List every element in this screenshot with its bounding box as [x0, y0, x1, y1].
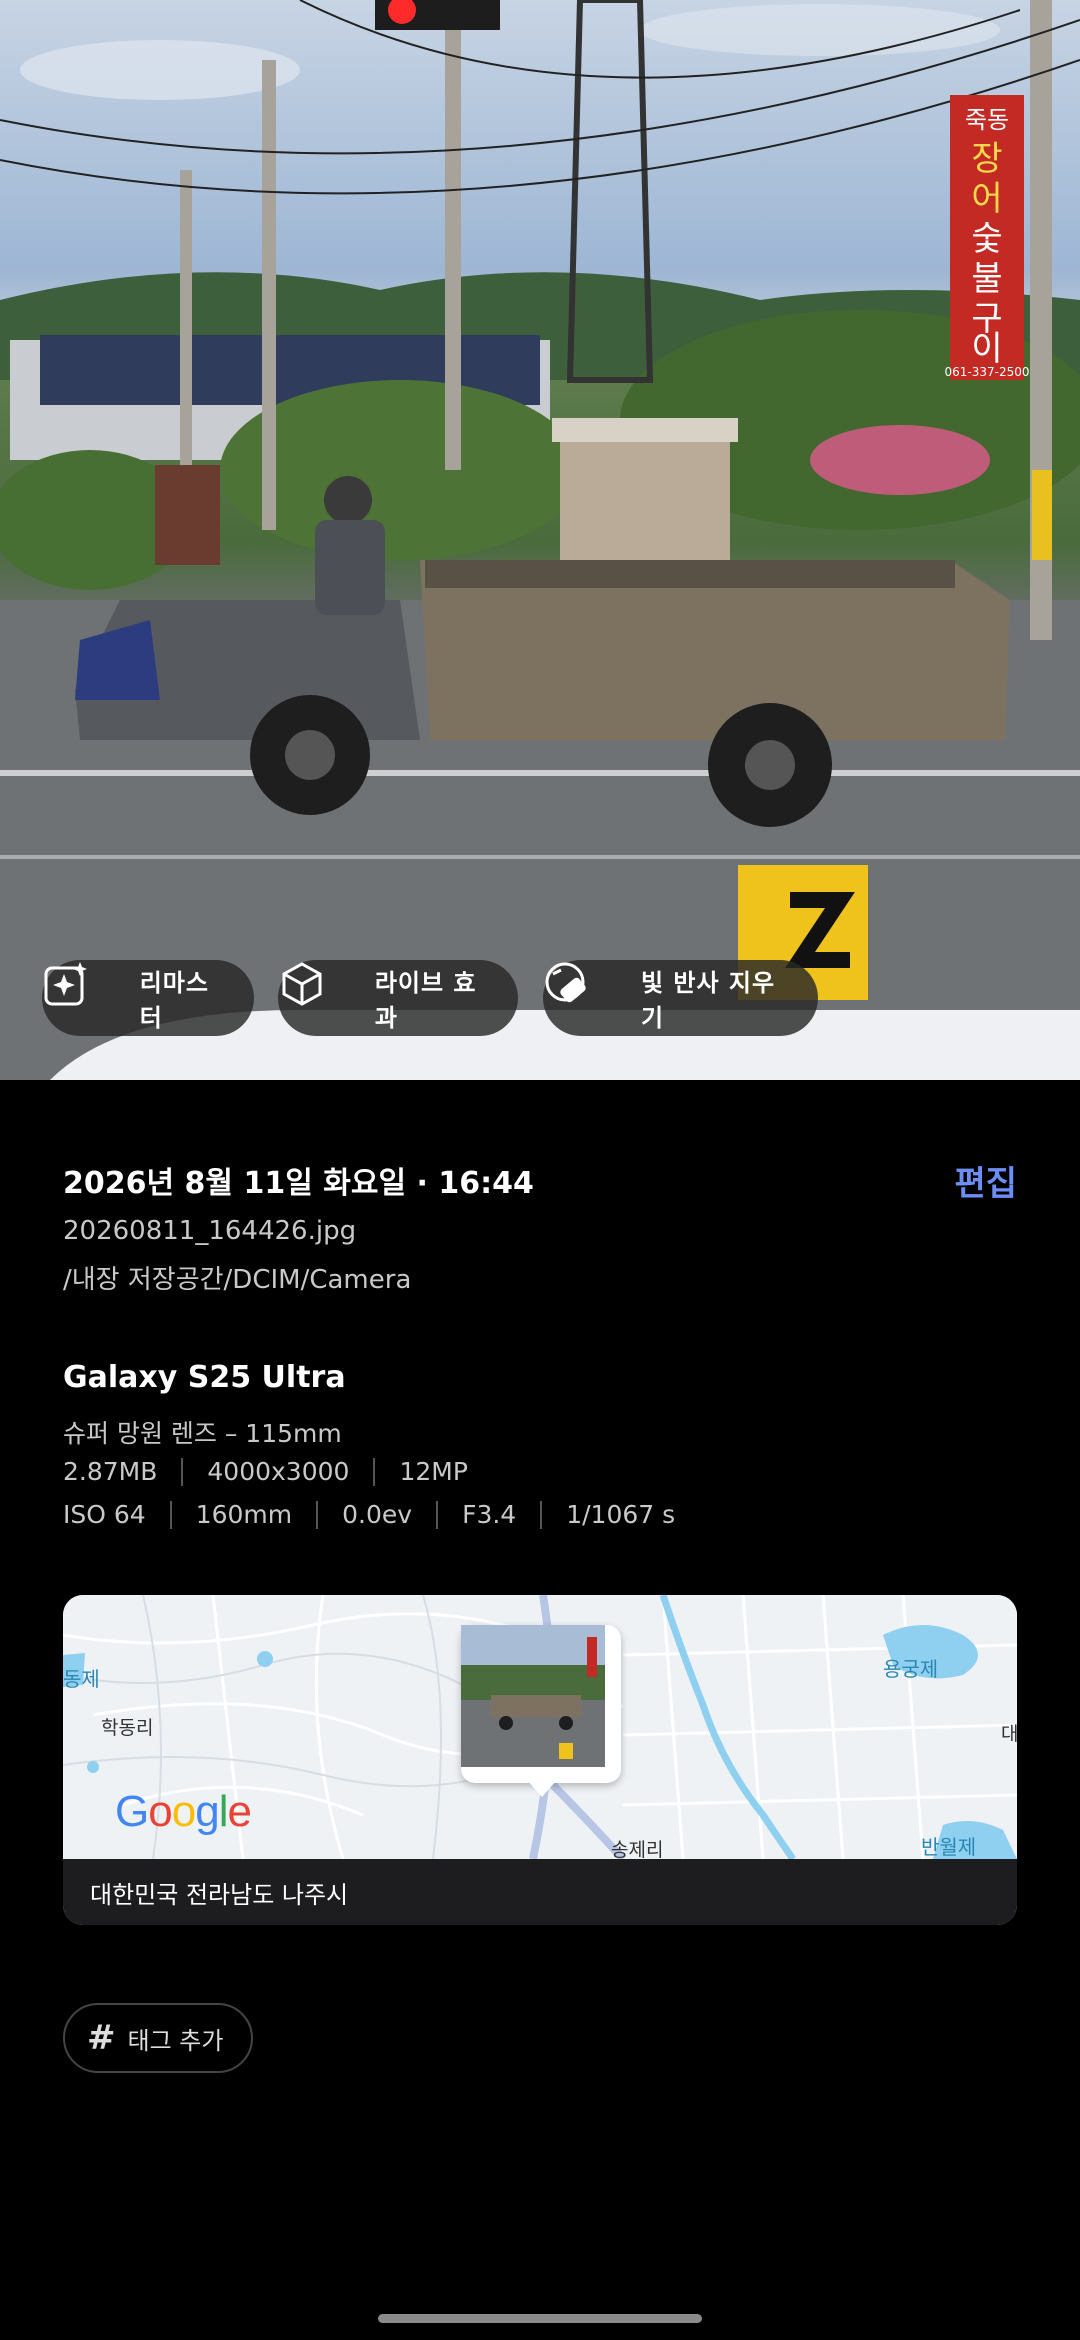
- divider: [436, 1500, 439, 1529]
- file-size: 2.87MB: [63, 1457, 158, 1486]
- map-label-hakdongri: 학동리: [101, 1717, 154, 1739]
- home-indicator[interactable]: [378, 2314, 702, 2323]
- focal-length: 160mm: [195, 1500, 293, 1529]
- divider: [316, 1500, 319, 1529]
- location-address-bar: 대한민국 전라남도 나주시: [63, 1859, 1017, 1925]
- divider: [540, 1500, 543, 1529]
- live-effect-button[interactable]: 라이브 효과: [278, 960, 518, 1036]
- eraser-reflection-icon: [545, 962, 623, 1024]
- divider: [373, 1457, 376, 1486]
- lens-info: 슈퍼 망원 렌즈 – 115mm: [63, 1419, 342, 1448]
- file-specs-row: 2.87MB 4000x3000 12MP: [63, 1457, 468, 1486]
- remaster-button[interactable]: 리마스터: [42, 960, 254, 1036]
- cube-effect-icon: [282, 962, 357, 1024]
- sign-text-main-1: 장: [971, 139, 1002, 179]
- device-name: Galaxy S25 Ultra: [63, 1360, 346, 1395]
- aperture: F3.4: [462, 1500, 517, 1529]
- map-label-yonggungje: 용궁제: [883, 1657, 939, 1681]
- sign-text-main-4: 불: [971, 259, 1002, 299]
- shutter-speed: 1/1067 s: [566, 1500, 676, 1529]
- map-label-songjeri: 송제리: [611, 1839, 664, 1861]
- photo-preview[interactable]: 죽동 장 어 숯 불 구 이 061-337-2500 리마스터 라이브 효과 …: [0, 0, 1080, 1080]
- divider: [181, 1457, 184, 1486]
- add-tag-label: 태그 추가: [127, 2026, 224, 2055]
- iso: ISO 64: [63, 1500, 146, 1529]
- hashtag-icon: #: [87, 2018, 116, 2058]
- photo-datetime: 2026년 8월 11일 화요일 · 16:44: [63, 1166, 534, 1201]
- remaster-label: 리마스터: [139, 969, 209, 1032]
- sign-text-top: 죽동: [965, 106, 1009, 134]
- live-effect-label: 라이브 효과: [374, 969, 477, 1032]
- sign-phone: 061-337-2500: [944, 365, 1029, 379]
- location-map[interactable]: 동제 학동리 용궁제 대 송제리 반월제 Google 대한민국 전라남도 나주…: [63, 1595, 1017, 1925]
- remove-reflection-button[interactable]: 빛 반사 지우기: [543, 960, 818, 1036]
- file-path: /내장 저장공간/DCIM/Camera: [63, 1265, 412, 1295]
- map-label-banwolje: 반월제: [921, 1835, 977, 1859]
- divider: [169, 1500, 172, 1529]
- map-photo-thumbnail: [461, 1625, 613, 1775]
- sparkle-image-icon: [44, 962, 122, 1024]
- pin-pointer: [528, 1781, 556, 1797]
- location-address: 대한민국 전라남도 나주시: [90, 1880, 349, 1909]
- exposure-value: 0.0ev: [342, 1500, 413, 1529]
- google-logo: Google: [115, 1787, 252, 1836]
- exposure-specs-row: ISO 64 160mm 0.0ev F3.4 1/1067 s: [63, 1500, 675, 1529]
- sign-text-main-3: 숯: [971, 219, 1002, 259]
- remove-reflection-label: 빛 반사 지우기: [640, 969, 776, 1032]
- megapixels: 12MP: [399, 1457, 468, 1486]
- map-label-dae: 대: [1001, 1723, 1017, 1745]
- edit-details-button[interactable]: 편집: [954, 1156, 1017, 1205]
- sign-text-main-2: 어: [971, 179, 1002, 219]
- map-label-dongje: 동제: [63, 1667, 100, 1691]
- add-tag-button[interactable]: # 태그 추가: [63, 2003, 253, 2073]
- file-name: 20260811_164426.jpg: [63, 1216, 357, 1246]
- map-photo-pin[interactable]: [461, 1625, 621, 1783]
- photo-scene: 죽동 장 어 숯 불 구 이 061-337-2500: [0, 0, 1080, 1080]
- resolution: 4000x3000: [207, 1457, 350, 1486]
- sign-text-main-6: 이: [971, 329, 1002, 369]
